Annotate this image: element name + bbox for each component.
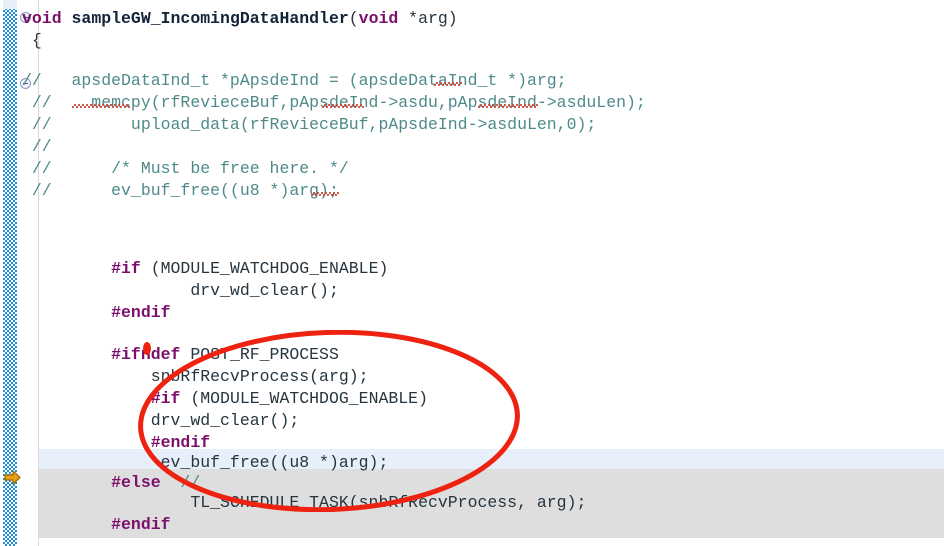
code-token: ev_buf_free((u8 *)arg); bbox=[22, 453, 389, 472]
squiggle-asduLen bbox=[478, 104, 538, 108]
code-line[interactable]: ev_buf_free((u8 *)arg); bbox=[22, 452, 389, 474]
squiggle-arg-2 bbox=[311, 192, 339, 196]
code-token: drv_wd_clear(); bbox=[22, 411, 300, 430]
code-token: #endif bbox=[22, 515, 171, 534]
squiggle-memcpy bbox=[72, 104, 130, 108]
code-token: (MODULE_WATCHDOG_ENABLE) bbox=[180, 389, 428, 408]
code-editor-viewport[interactable]: void sampleGW_IncomingDataHandler(void *… bbox=[0, 0, 944, 546]
code-token: { bbox=[22, 31, 42, 50]
code-line[interactable]: #if (MODULE_WATCHDOG_ENABLE) bbox=[22, 258, 388, 280]
code-line[interactable]: TL_SCHEDULE_TASK(snbRfRecvProcess, arg); bbox=[22, 492, 586, 514]
code-token: #if bbox=[22, 389, 181, 408]
code-token: void bbox=[358, 9, 399, 28]
code-token: #ifndef bbox=[22, 345, 181, 364]
code-token: void bbox=[22, 9, 72, 28]
code-token: (MODULE_WATCHDOG_ENABLE) bbox=[140, 259, 389, 278]
code-token: // ev_buf_free((u8 *)arg); bbox=[22, 181, 339, 200]
code-line[interactable]: #endif bbox=[22, 432, 210, 454]
code-token: // /* Must be free here. */ bbox=[22, 159, 349, 178]
code-token: #else bbox=[22, 473, 161, 492]
code-line[interactable]: // ev_buf_free((u8 *)arg); bbox=[22, 180, 339, 202]
code-token: // apsdeDataInd_t *pApsdeInd = (apsdeDat… bbox=[22, 71, 567, 90]
code-token: // bbox=[22, 137, 52, 156]
code-token: // memcpy(rfRevieceBuf,pApsdeInd->asdu,p… bbox=[22, 93, 646, 112]
code-line[interactable]: drv_wd_clear(); bbox=[22, 280, 339, 302]
code-token: drv_wd_clear(); bbox=[22, 281, 339, 300]
code-token: snbRfRecvProcess(arg); bbox=[22, 367, 369, 386]
code-token: #if bbox=[22, 259, 141, 278]
squiggle-arg-1 bbox=[434, 82, 462, 86]
code-line[interactable]: // memcpy(rfRevieceBuf,pApsdeInd->asdu,p… bbox=[22, 92, 646, 114]
code-text-layer[interactable]: void sampleGW_IncomingDataHandler(void *… bbox=[0, 0, 944, 546]
code-line[interactable]: // bbox=[22, 136, 52, 158]
code-line[interactable]: void sampleGW_IncomingDataHandler(void *… bbox=[22, 8, 458, 30]
code-line[interactable]: snbRfRecvProcess(arg); bbox=[22, 366, 369, 388]
code-token: sampleGW_IncomingDataHandler bbox=[71, 9, 349, 28]
code-line[interactable]: #ifndef POST_RF_PROCESS bbox=[22, 344, 339, 366]
squiggle-asdu bbox=[322, 104, 364, 108]
code-line[interactable]: // upload_data(rfRevieceBuf,pApsdeInd->a… bbox=[22, 114, 596, 136]
code-line[interactable]: drv_wd_clear(); bbox=[22, 410, 300, 432]
code-line[interactable]: #endif bbox=[22, 514, 171, 536]
code-line[interactable]: // /* Must be free here. */ bbox=[22, 158, 349, 180]
code-token: ( bbox=[348, 9, 359, 28]
code-token: POST_RF_PROCESS bbox=[180, 345, 339, 364]
code-line[interactable]: #endif bbox=[22, 302, 171, 324]
code-token: #endif bbox=[22, 433, 211, 452]
code-token: // bbox=[160, 473, 201, 492]
code-line[interactable]: // apsdeDataInd_t *pApsdeInd = (apsdeDat… bbox=[22, 70, 567, 92]
code-line[interactable]: #else // bbox=[22, 472, 200, 494]
code-line[interactable]: #if (MODULE_WATCHDOG_ENABLE) bbox=[22, 388, 428, 410]
code-token: TL_SCHEDULE_TASK(snbRfRecvProcess, arg); bbox=[22, 493, 587, 512]
code-token: #endif bbox=[22, 303, 171, 322]
code-line[interactable]: { bbox=[22, 30, 42, 52]
code-token: *arg) bbox=[398, 9, 458, 28]
code-token: // upload_data(rfRevieceBuf,pApsdeInd->a… bbox=[22, 115, 597, 134]
